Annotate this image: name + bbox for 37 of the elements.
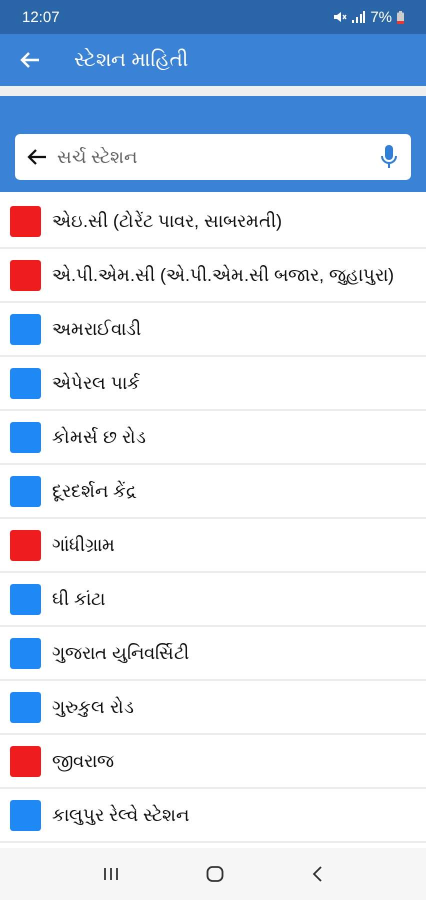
station-item[interactable]: ગાંધીગ્રામ [0, 519, 426, 573]
recent-apps-icon[interactable] [103, 866, 120, 882]
station-item[interactable]: દૂરદર્શન કેંદ્ર [0, 465, 426, 519]
station-item[interactable]: જીવરાજ [0, 735, 426, 789]
station-name: એઇ.સી (ટોરેંટ પાવર, સાબરમતી) [52, 210, 282, 232]
station-item[interactable]: ઘી કાંટા [0, 573, 426, 627]
station-item[interactable]: એ.પી.એમ.સી (એ.પી.એમ.સી બજાર, જુહાપુરા) [0, 249, 426, 303]
station-name: દૂરદર્શન કેંદ્ર [52, 480, 138, 502]
search-input[interactable]: સર્ચ સ્ટેશન [55, 146, 373, 168]
station-item[interactable]: કોમર્સ છ રોડ [0, 411, 426, 465]
station-name: ઘી કાંટા [52, 588, 106, 610]
station-item[interactable]: ગુજરાત યુનિવર્સિટી [0, 627, 426, 681]
mute-icon [333, 11, 348, 23]
search-field[interactable]: સર્ચ સ્ટેશન [15, 134, 411, 180]
station-name: ગુરુકુલ રોડ [52, 696, 134, 718]
station-name: ગુજરાત યુનિવર્સિટી [52, 642, 190, 664]
home-icon[interactable] [206, 865, 224, 883]
station-item[interactable]: ગુરુકુલ રોડ [0, 681, 426, 735]
signal-icon [352, 11, 366, 23]
station-item[interactable]: એઇ.સી (ટોરેંટ પાવર, સાબરમતી) [0, 195, 426, 249]
station-name: જીવરાજ [52, 750, 114, 772]
battery-icon [397, 10, 404, 24]
station-name: કોમર્સ છ રોડ [52, 426, 146, 448]
station-name: કાલુપુર રેલ્વે સ્ટેશન [52, 804, 190, 826]
station-name: અમરાઈવાડી [52, 318, 141, 340]
station-item[interactable]: કાલુપુર રેલ્વે સ્ટેશન [0, 789, 426, 843]
microphone-icon[interactable] [381, 145, 397, 169]
back-icon[interactable] [310, 865, 323, 883]
station-item[interactable]: એપેરલ પાર્ક [0, 357, 426, 411]
clock: 12:07 [22, 8, 60, 26]
battery-level: 7% [370, 8, 392, 26]
back-arrow-icon[interactable] [27, 148, 47, 166]
station-name: એ.પી.એમ.સી (એ.પી.એમ.સી બજાર, જુહાપુરા) [52, 264, 394, 286]
station-name: એપેરલ પાર્ક [52, 372, 140, 394]
station-item[interactable]: અમરાઈવાડી [0, 303, 426, 357]
station-name: ગાંધીગ્રામ [52, 534, 115, 556]
screen-title: સ્ટેશન માહિતી [74, 48, 189, 72]
